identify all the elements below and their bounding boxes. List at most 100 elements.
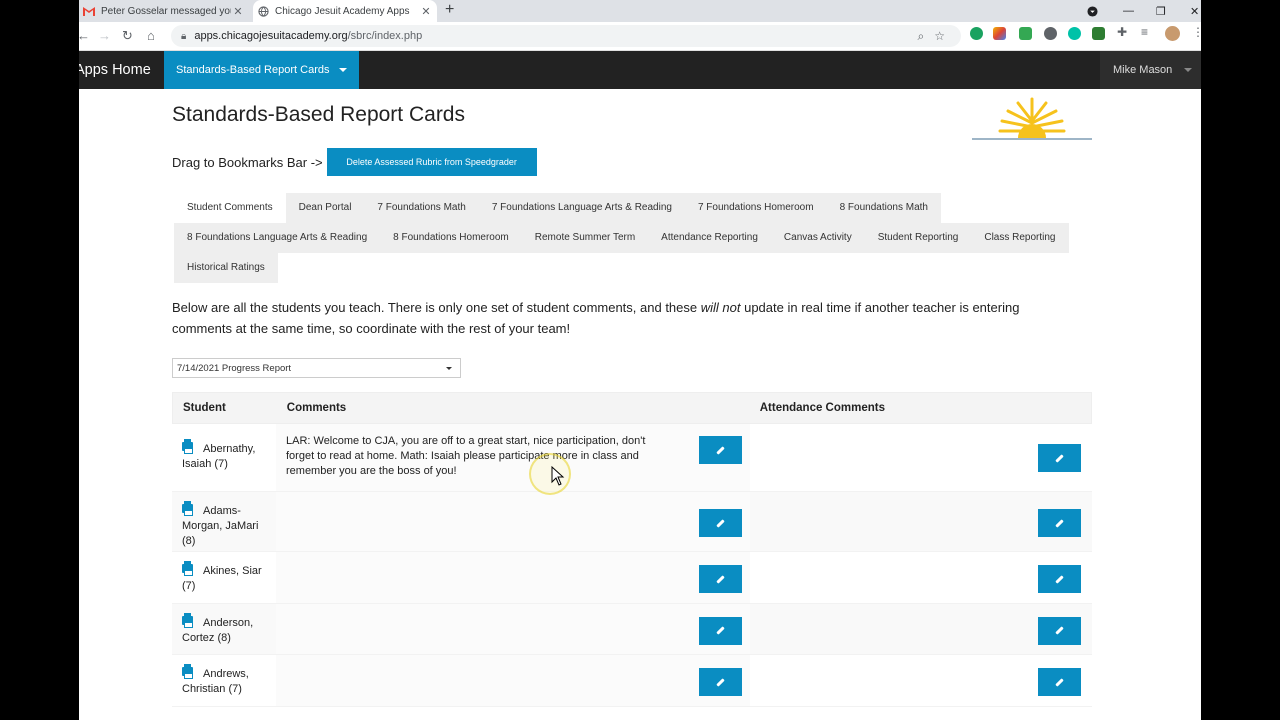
- tab-8-foundations-math[interactable]: 8 Foundations Math: [826, 193, 941, 223]
- tab-row: Student Comments Dean Portal 7 Foundations…: [174, 193, 1084, 223]
- reload-icon[interactable]: ↻: [122, 28, 133, 44]
- student-name-cell: Abernathy, Isaiah (7): [172, 424, 276, 491]
- table-row: Andrews, Christian (7): [172, 655, 1092, 707]
- student-name-cell: Adams-Morgan, JaMari (8): [172, 492, 276, 551]
- pencil-icon: [1055, 677, 1064, 687]
- url-host: apps.chicagojesuitacademy.org: [194, 30, 348, 42]
- tab-strip: Peter Gosselar messaged you - C ✕ Chicag…: [79, 0, 1201, 22]
- comment-cell: [276, 655, 750, 706]
- browser-tab-gmail[interactable]: Peter Gosselar messaged you - C ✕: [79, 0, 249, 22]
- profile-dropdown-icon[interactable]: [1087, 0, 1098, 22]
- extension-icon[interactable]: [1044, 27, 1057, 40]
- edit-comment-button[interactable]: [699, 436, 742, 464]
- menu-kebab-icon[interactable]: ⋮: [1192, 25, 1201, 39]
- print-icon[interactable]: [182, 501, 193, 516]
- extension-icon[interactable]: [1092, 27, 1105, 40]
- pencil-icon: [1055, 518, 1064, 528]
- minimize-icon[interactable]: —: [1123, 0, 1134, 22]
- caret-down-icon: [339, 68, 348, 72]
- edit-attendance-comment-button[interactable]: [1038, 444, 1081, 472]
- edit-attendance-comment-button[interactable]: [1038, 668, 1081, 696]
- sbrc-dropdown[interactable]: Standards-Based Report Cards: [164, 51, 359, 89]
- tab-8-foundations-language-arts-reading[interactable]: 8 Foundations Language Arts & Reading: [174, 223, 381, 253]
- edit-attendance-comment-button[interactable]: [1038, 509, 1081, 537]
- edit-comment-button[interactable]: [699, 668, 742, 696]
- grammarly-extension-icon[interactable]: [970, 27, 983, 40]
- comment-cell: LAR: Welcome to CJA, you are off to a gr…: [276, 424, 750, 491]
- tab-dean-portal[interactable]: Dean Portal: [285, 193, 365, 223]
- browser-toolbar: ← → ↻ ⌂ 🔒︎ apps.chicagojesuitacademy.org…: [79, 22, 1201, 51]
- restore-icon[interactable]: ❐: [1156, 0, 1166, 22]
- profile-avatar[interactable]: [1165, 26, 1180, 41]
- zoom-icon[interactable]: ⌕: [918, 29, 925, 44]
- tab-7-foundations-language-arts-reading[interactable]: 7 Foundations Language Arts & Reading: [478, 193, 685, 223]
- print-icon[interactable]: [182, 561, 193, 576]
- sun-logo: [972, 95, 1092, 140]
- tab-remote-summer-term[interactable]: Remote Summer Term: [521, 223, 649, 253]
- close-icon[interactable]: ✕: [231, 5, 245, 18]
- intro-text: Below are all the students you teach. Th…: [172, 297, 1072, 339]
- back-arrow-icon[interactable]: ←: [79, 28, 90, 43]
- forward-arrow-icon[interactable]: →: [98, 28, 111, 43]
- edit-comment-button[interactable]: [699, 565, 742, 593]
- table-row: Adams-Morgan, JaMari (8): [172, 492, 1092, 552]
- tab-7-foundations-homeroom[interactable]: 7 Foundations Homeroom: [684, 193, 827, 223]
- apps-home-link[interactable]: Apps Home: [79, 51, 151, 89]
- pencil-icon: [716, 518, 725, 528]
- tab-canvas-activity[interactable]: Canvas Activity: [770, 223, 865, 253]
- print-icon[interactable]: [182, 439, 193, 454]
- browser-tab-title: Chicago Jesuit Academy Apps: [275, 5, 410, 17]
- window-close-icon[interactable]: ✕: [1190, 0, 1199, 22]
- header-comments: Comments: [286, 402, 347, 414]
- student-name-cell: Andrews, Christian (7): [172, 655, 276, 706]
- tab-class-reporting[interactable]: Class Reporting: [971, 223, 1069, 253]
- student-name-cell: Akines, Siar (7): [172, 552, 276, 603]
- pencil-icon: [716, 574, 725, 584]
- report-period-select[interactable]: 7/14/2021 Progress Report: [172, 358, 461, 378]
- sheets-extension-icon[interactable]: [1019, 27, 1032, 40]
- user-menu[interactable]: Mike Mason: [1100, 51, 1201, 89]
- browser-tab-title: Peter Gosselar messaged you - C: [101, 5, 231, 17]
- tab-8-foundations-homeroom[interactable]: 8 Foundations Homeroom: [380, 223, 522, 253]
- table-row: Akines, Siar (7): [172, 552, 1092, 604]
- tab-attendance-reporting[interactable]: Attendance Reporting: [648, 223, 771, 253]
- header-attendance-comments: Attendance Comments: [759, 402, 885, 414]
- edit-comment-button[interactable]: [699, 616, 742, 645]
- color-extension-icon[interactable]: [993, 27, 1006, 40]
- pencil-icon: [1055, 574, 1064, 584]
- student-name: Abernathy, Isaiah (7): [182, 443, 256, 470]
- comment-cell: [276, 492, 750, 551]
- url-path: /sbrc/index.php: [347, 30, 423, 42]
- pencil-icon: [716, 626, 725, 635]
- table-row: Abernathy, Isaiah (7) LAR: Welcome to CJA…: [172, 424, 1092, 492]
- home-icon[interactable]: ⌂: [147, 28, 155, 43]
- pencil-icon: [1055, 626, 1064, 635]
- reading-list-icon[interactable]: ≡: [1141, 25, 1154, 39]
- edit-comment-button[interactable]: [699, 509, 742, 537]
- delete-rubric-bookmarklet-button[interactable]: Delete Assessed Rubric from Speedgrader: [326, 148, 537, 176]
- student-name: Adams-Morgan, JaMari (8): [182, 505, 259, 547]
- print-icon[interactable]: [182, 664, 193, 679]
- address-bar[interactable]: 🔒︎ apps.chicagojesuitacademy.org/sbrc/in…: [171, 25, 961, 47]
- student-name-cell: Anderson, Cortez (8): [172, 604, 276, 654]
- pencil-icon: [716, 445, 725, 455]
- new-tab-plus-icon[interactable]: +: [445, 1, 454, 19]
- tab-7-foundations-math[interactable]: 7 Foundations Math: [364, 193, 479, 223]
- page-title: Standards-Based Report Cards: [172, 103, 465, 126]
- tab-student-comments[interactable]: Student Comments: [174, 193, 286, 223]
- sbrc-dropdown-label: Standards-Based Report Cards: [176, 64, 330, 76]
- student-comments-table: Student Comments Attendance Comments Abe…: [172, 392, 1092, 707]
- bookmark-star-icon[interactable]: ☆: [934, 29, 945, 43]
- puzzle-extensions-icon[interactable]: ✚: [1117, 25, 1130, 39]
- caret-down-icon: [446, 367, 452, 370]
- extension-icon[interactable]: [1068, 27, 1081, 40]
- edit-attendance-comment-button[interactable]: [1038, 616, 1081, 645]
- print-icon[interactable]: [182, 613, 193, 628]
- caret-down-icon: [1184, 68, 1193, 72]
- section-tabs: Student Comments Dean Portal 7 Foundations…: [174, 193, 1084, 283]
- edit-attendance-comment-button[interactable]: [1038, 565, 1081, 593]
- tab-student-reporting[interactable]: Student Reporting: [864, 223, 972, 253]
- browser-tab-active[interactable]: Chicago Jesuit Academy Apps ✕: [253, 0, 437, 22]
- close-icon[interactable]: ✕: [419, 5, 433, 18]
- tab-historical-ratings[interactable]: Historical Ratings: [174, 253, 278, 283]
